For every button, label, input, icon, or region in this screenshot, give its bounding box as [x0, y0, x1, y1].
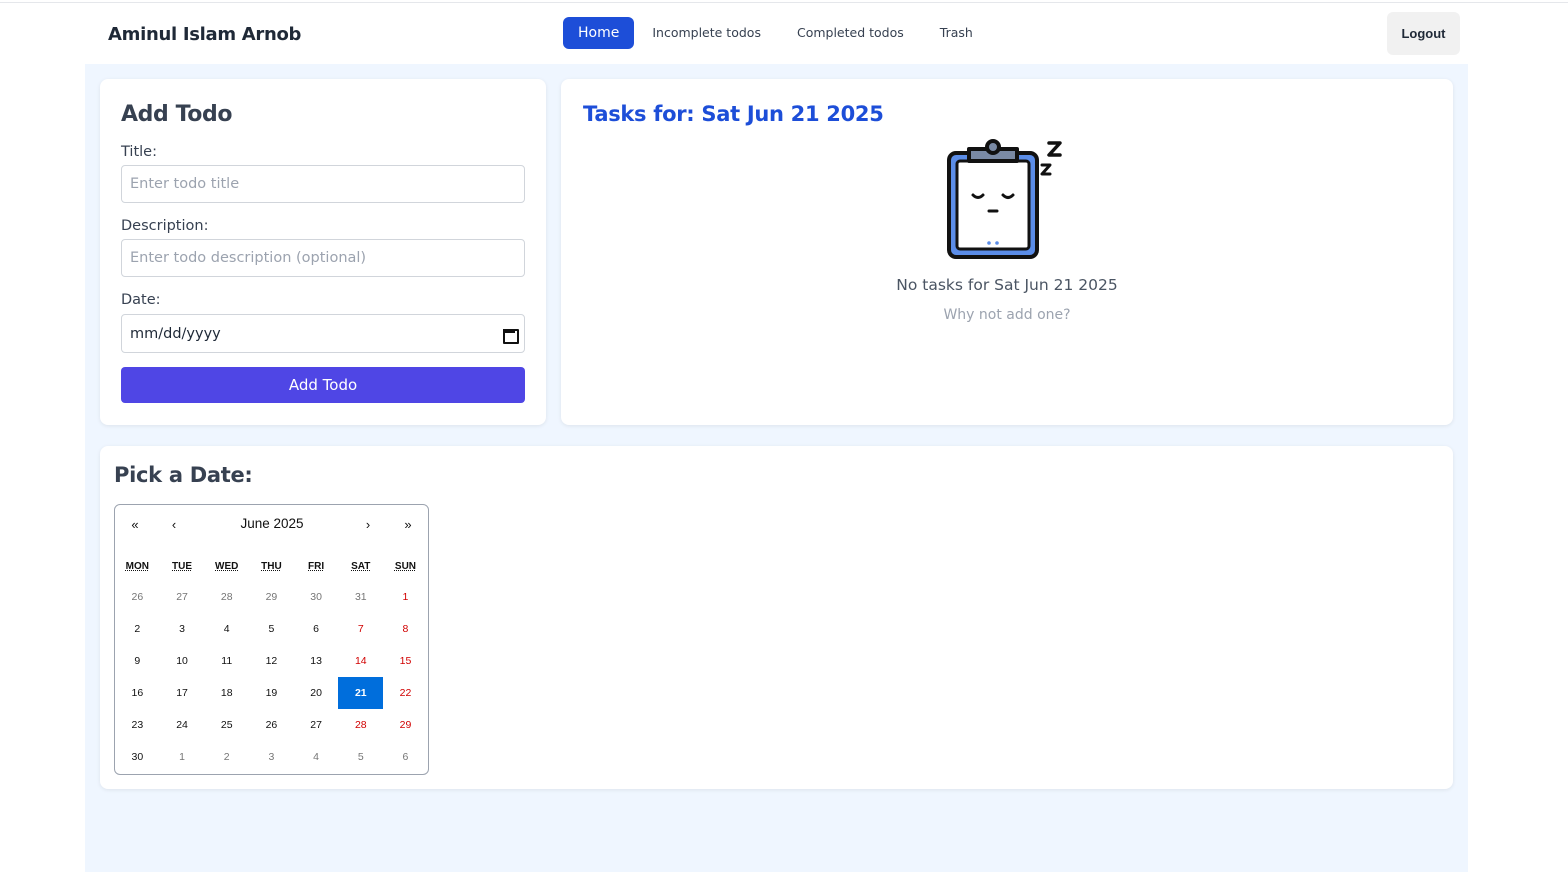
calendar-day[interactable]: 18	[204, 677, 249, 709]
weekday-label: TUE	[172, 561, 193, 572]
description-label: Description:	[121, 218, 209, 234]
weekday-label: SAT	[351, 561, 371, 572]
pick-date-card: Pick a Date: « ‹ June 2025 › » MON TUE WED…	[100, 446, 1453, 789]
calendar-day[interactable]: 13	[294, 645, 339, 677]
add-todo-card: Add Todo Title: Description: Date: mm/dd…	[100, 79, 546, 425]
top-navbar: Aminul Islam Arnob Home Incomplete todos…	[0, 3, 1568, 64]
weekday-label: SUN	[394, 561, 417, 572]
calendar-day[interactable]: 2	[204, 741, 249, 773]
calendar-day[interactable]: 23	[115, 709, 160, 741]
sleeping-clipboard-icon	[947, 139, 1062, 259]
next-month-button[interactable]: ›	[350, 505, 386, 545]
calendar-day[interactable]: 17	[160, 677, 205, 709]
description-input[interactable]	[121, 239, 525, 277]
calendar-day[interactable]: 12	[249, 645, 294, 677]
calendar-day[interactable]: 22	[383, 677, 428, 709]
calendar-day[interactable]: 6	[383, 741, 428, 773]
title-input[interactable]	[121, 165, 525, 203]
prev-year-button[interactable]: «	[117, 505, 153, 545]
prev-month-button[interactable]: ‹	[156, 505, 192, 545]
calendar-day[interactable]: 4	[294, 741, 339, 773]
date-label: Date:	[121, 292, 161, 308]
days-grid: 26 27 28 29 30 31 1 2 3 4 5 6 7 8 9 10 11 12 13 14 15 16 17 18 1…	[115, 581, 428, 773]
tasks-heading: Tasks for: Sat Jun 21 2025	[583, 102, 884, 126]
calendar-day[interactable]: 9	[115, 645, 160, 677]
empty-state-subtext: Why not add one?	[943, 307, 1071, 323]
logout-button[interactable]: Logout	[1387, 12, 1460, 55]
date-input-value: mm/dd/yyyy	[130, 325, 221, 342]
calendar-day[interactable]: 5	[249, 613, 294, 645]
calendar-day[interactable]: 7	[338, 613, 383, 645]
title-label: Title:	[121, 144, 157, 160]
calendar-day[interactable]: 16	[115, 677, 160, 709]
date-input[interactable]: mm/dd/yyyy	[121, 314, 525, 353]
calendar-day[interactable]: 27	[294, 709, 339, 741]
calendar-day[interactable]: 15	[383, 645, 428, 677]
calendar-day[interactable]: 3	[249, 741, 294, 773]
nav-incomplete-todos[interactable]: Incomplete todos	[634, 17, 779, 49]
calendar-day[interactable]: 14	[338, 645, 383, 677]
calendar-day[interactable]: 10	[160, 645, 205, 677]
add-todo-button[interactable]: Add Todo	[121, 367, 525, 403]
weekday-label: THU	[261, 561, 282, 572]
next-year-button[interactable]: »	[390, 505, 426, 545]
calendar-day[interactable]: 24	[160, 709, 205, 741]
calendar-day[interactable]: 27	[160, 581, 205, 613]
calendar-day[interactable]: 20	[294, 677, 339, 709]
calendar-day[interactable]: 5	[338, 741, 383, 773]
nav-completed-todos[interactable]: Completed todos	[779, 17, 922, 49]
calendar-day[interactable]: 31	[338, 581, 383, 613]
calendar-day[interactable]: 28	[204, 581, 249, 613]
weekday-label: MON	[125, 561, 150, 572]
main-nav: Home Incomplete todos Completed todos Tr…	[563, 17, 991, 49]
calendar-day[interactable]: 25	[204, 709, 249, 741]
calendar-day[interactable]: 28	[338, 709, 383, 741]
calendar-day[interactable]: 4	[204, 613, 249, 645]
calendar-day[interactable]: 11	[204, 645, 249, 677]
calendar-day[interactable]: 26	[115, 581, 160, 613]
nav-home[interactable]: Home	[563, 17, 635, 49]
calendar-day[interactable]: 30	[294, 581, 339, 613]
brand-name: Aminul Islam Arnob	[108, 24, 302, 45]
calendar-widget: « ‹ June 2025 › » MON TUE WED THU FRI SAT SUN …	[114, 504, 429, 775]
calendar-day[interactable]: 2	[115, 613, 160, 645]
weekday-label: FRI	[308, 561, 325, 572]
nav-trash[interactable]: Trash	[922, 17, 991, 49]
add-todo-heading: Add Todo	[121, 102, 233, 127]
calendar-day[interactable]: 6	[294, 613, 339, 645]
tasks-card: Tasks for: Sat Jun 21 2025 No tasks for …	[561, 79, 1453, 425]
calendar-day[interactable]: 8	[383, 613, 428, 645]
calendar-day[interactable]: 19	[249, 677, 294, 709]
calendar-day[interactable]: 1	[160, 741, 205, 773]
calendar-day[interactable]: 29	[249, 581, 294, 613]
month-label[interactable]: June 2025	[195, 505, 349, 543]
calendar-day[interactable]: 26	[249, 709, 294, 741]
calendar-day-selected[interactable]: 21	[338, 677, 384, 709]
calendar-icon[interactable]	[502, 327, 519, 344]
calendar-day[interactable]: 1	[383, 581, 428, 613]
weekday-label: WED	[215, 561, 239, 572]
calendar-day[interactable]: 30	[115, 741, 160, 773]
pick-date-heading: Pick a Date:	[114, 463, 253, 487]
calendar-day[interactable]: 29	[383, 709, 428, 741]
calendar-day[interactable]: 3	[160, 613, 205, 645]
empty-state-message: No tasks for Sat Jun 21 2025	[896, 276, 1118, 294]
weekday-row: MON TUE WED THU FRI SAT SUN	[115, 561, 428, 572]
